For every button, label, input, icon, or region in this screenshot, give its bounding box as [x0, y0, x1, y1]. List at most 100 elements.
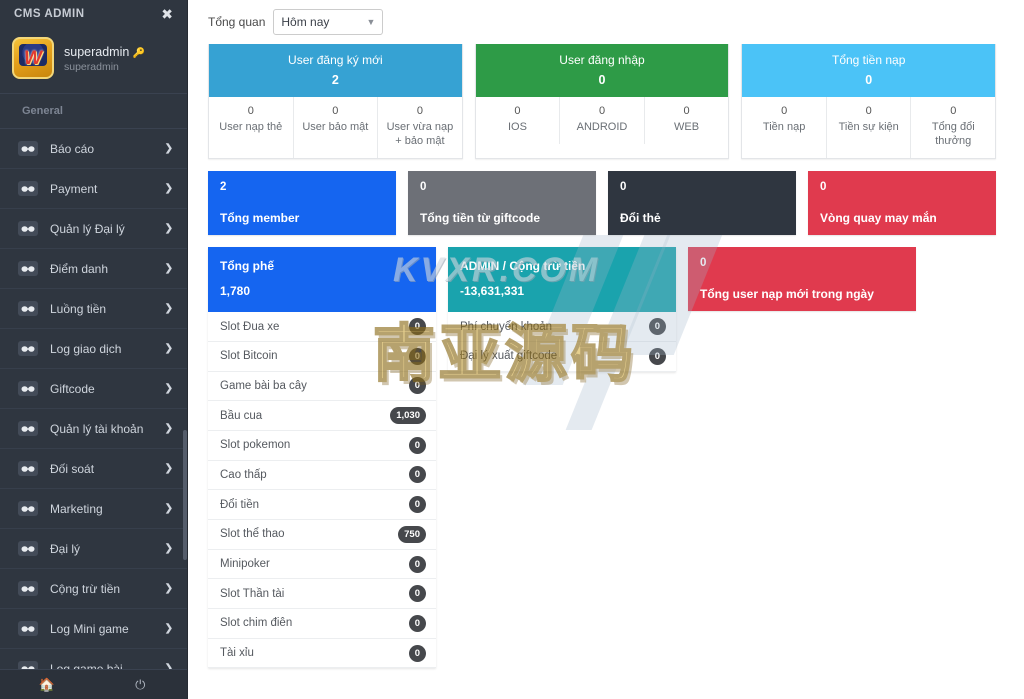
list-item[interactable]: Minipoker 0 [208, 550, 436, 580]
profile-name-row: superadmin 🔑 [64, 44, 145, 61]
sidebar-item-1[interactable]: Báo cáo ❯ [0, 129, 187, 170]
tile-4[interactable]: 0 Vòng quay may mắn [808, 171, 996, 236]
power-icon[interactable]: ⏻ [94, 670, 188, 699]
sidebar-item-11[interactable]: Đại lý ❯ [0, 529, 187, 570]
list-item[interactable]: Cao thấp 0 [208, 461, 436, 491]
tile-number: 0 [420, 181, 427, 194]
chevron-right-icon: ❯ [164, 263, 173, 275]
list-item[interactable]: Đổi tiền 0 [208, 490, 436, 520]
status-badge: 0 [408, 644, 426, 662]
tile-label: Tổng tiền từ giftcode [420, 211, 541, 226]
period-select[interactable]: Hôm nayHôm qua7 ngày30 ngày [273, 9, 384, 35]
list-item[interactable]: Đại lý xuất giftcode 0 [448, 342, 676, 372]
list-item[interactable]: Slot Bitcoin 0 [208, 342, 436, 372]
tile-number: 2 [220, 181, 227, 194]
profile-role: superadmin [64, 60, 119, 73]
overview-label: Tổng quan [208, 15, 266, 29]
chevron-right-icon: ❯ [164, 503, 173, 515]
panels-row: Tổng phế 1,780 Slot Đua xe 0 Slot Bitcoin 0… [208, 247, 996, 669]
sidebar-footer: 🏠 ⏻ [0, 669, 187, 699]
chevron-right-icon: ❯ [164, 623, 173, 635]
sidebar-item-8[interactable]: Quản lý tài khoản ❯ [0, 409, 187, 450]
list-item[interactable]: Bầu cua 1,030 [208, 401, 436, 431]
list-item[interactable]: Phí chuyển khoản 0 [448, 312, 676, 342]
sidebar-item-12[interactable]: Cộng trừ tiền ❯ [0, 569, 187, 610]
sidebar-item-5[interactable]: Luồng tiền ❯ [0, 289, 187, 330]
glasses-icon [18, 141, 38, 157]
glasses-icon [18, 541, 38, 557]
sidebar-item-7[interactable]: Giftcode ❯ [0, 369, 187, 410]
list-item[interactable]: Game bài ba cây 0 [208, 372, 436, 402]
status-badge: 0 [408, 614, 426, 632]
list-item[interactable]: Slot pokemon 0 [208, 431, 436, 461]
tile-2[interactable]: 0 Tổng tiền từ giftcode [408, 171, 596, 236]
home-icon[interactable]: 🏠 [0, 670, 94, 699]
tile-tong-user-label: Tổng user nạp mới trong ngày [700, 287, 874, 302]
status-badge: 0 [648, 318, 666, 335]
stat-card-cell: 0 User nạp thẻ [209, 97, 294, 159]
sidebar-item-6[interactable]: Log giao dịch ❯ [0, 329, 187, 370]
panel-admin-cong-tru: ADMIN / Cộng trừ tiền -13,631,331 Phí ch… [448, 247, 676, 372]
glasses-icon [18, 261, 38, 277]
list-item[interactable]: Slot Thần tài 0 [208, 579, 436, 610]
stat-card-foot: 0 User nạp thẻ 0 User bảo mật 0 User vừa nạp … [209, 97, 462, 159]
avatar: W [12, 37, 54, 80]
list-item-label: Phí chuyển khoản [460, 320, 553, 333]
sidebar-item-3[interactable]: Quản lý Đại lý ❯ [0, 209, 187, 250]
stat-card-cell: 0 User bảo mật [294, 97, 379, 159]
panel-tong-user-col: 0 Tổng user nạp mới trong ngày [688, 247, 916, 312]
sidebar-title: CMS ADMIN [14, 8, 85, 21]
sidebar-item-label: Log Mini game [50, 621, 129, 636]
glasses-icon [18, 341, 38, 357]
sidebar-scrollbar[interactable] [183, 430, 187, 560]
list-item-label: Tài xỉu [220, 647, 254, 660]
stat-card-cell: 0 IOS [476, 97, 561, 145]
glasses-icon [18, 421, 38, 437]
tile-tong-user-nap[interactable]: 0 Tổng user nạp mới trong ngày [688, 247, 916, 312]
sidebar-item-9[interactable]: Đối soát ❯ [0, 449, 187, 490]
list-item[interactable]: Slot thể thao 750 [208, 520, 436, 550]
close-icon[interactable]: ✖ [161, 7, 173, 21]
tile-tong-user-number: 0 [700, 257, 707, 270]
profile-block[interactable]: W superadmin 🔑 superadmin [0, 28, 187, 93]
sidebar-item-13[interactable]: Log Mini game ❯ [0, 609, 187, 650]
sidebar-item-label: Cộng trừ tiền [50, 581, 121, 596]
chevron-right-icon: ❯ [164, 183, 173, 195]
profile-text: superadmin 🔑 superadmin [64, 44, 145, 73]
toolbar: Tổng quan Hôm nayHôm qua7 ngày30 ngày ▼ [208, 9, 996, 35]
tile-3[interactable]: 0 Đổi thẻ [608, 171, 796, 236]
glasses-icon [18, 621, 38, 637]
list-item-label: Game bài ba cây [220, 379, 307, 392]
list-item-label: Đổi tiền [220, 498, 259, 511]
stat-card-cell: 0 ANDROID [560, 97, 645, 145]
avatar-initial: W [24, 47, 42, 69]
stat-card-3: Tổng tiền nạp 0 0 Tiền nạp 0 Tiền sự kiện 0 Tổn… [741, 44, 997, 160]
sidebar-item-4[interactable]: Điểm danh ❯ [0, 249, 187, 290]
status-badge: 0 [408, 466, 426, 484]
tile-1[interactable]: 2 Tổng member [208, 171, 396, 236]
glasses-icon [18, 501, 38, 517]
list-item[interactable]: Slot Đua xe 0 [208, 312, 436, 342]
sidebar-item-2[interactable]: Payment ❯ [0, 169, 187, 210]
sidebar-item-10[interactable]: Marketing ❯ [0, 489, 187, 530]
stat-cards-row: User đăng ký mới 2 0 User nạp thẻ 0 User bảo … [208, 44, 997, 160]
glasses-icon [18, 301, 38, 317]
panel-tong-phe-head: Tổng phế 1,780 [208, 247, 436, 313]
stat-card-cell: 0 Tiền sự kiện [827, 97, 912, 159]
status-badge: 1,030 [390, 407, 426, 425]
sidebar-item-label: Quản lý tài khoản [50, 421, 144, 436]
list-item[interactable]: Slot chim điên 0 [208, 609, 436, 639]
panel-admin-value: -13,631,331 [460, 284, 525, 299]
stat-cell-value: 0 [950, 105, 957, 117]
tile-number: 0 [820, 181, 827, 194]
stat-cell-value: 0 [247, 105, 254, 117]
panel-admin-col: ADMIN / Cộng trừ tiền -13,631,331 Phí ch… [448, 247, 676, 372]
chevron-right-icon: ❯ [164, 343, 173, 355]
list-item[interactable]: Tài xỉu 0 [208, 639, 436, 669]
list-item-label: Bầu cua [220, 409, 263, 422]
stat-card-value: 0 [865, 73, 873, 87]
stat-card-foot: 0 IOS 0 ANDROID 0 WEB [476, 97, 729, 145]
glasses-icon [18, 461, 38, 477]
sidebar-item-label: Điểm danh [50, 261, 109, 276]
stat-card-1: User đăng ký mới 2 0 User nạp thẻ 0 User bảo … [208, 44, 463, 160]
